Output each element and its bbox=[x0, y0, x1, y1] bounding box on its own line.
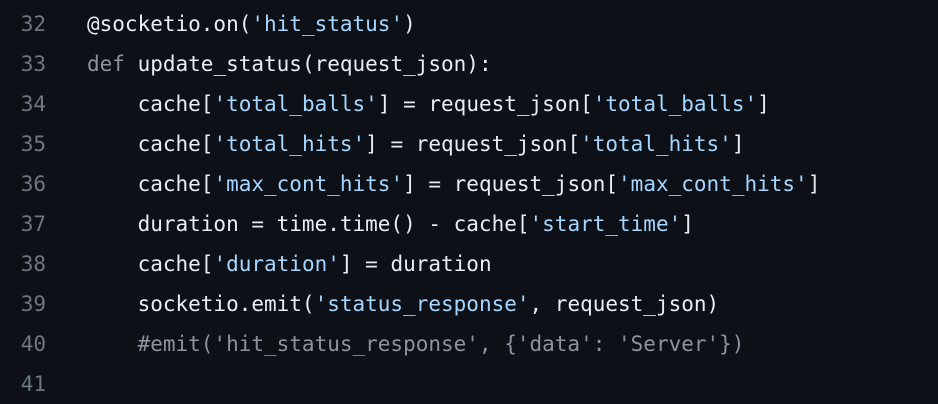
string-literal: 'total_balls' bbox=[592, 92, 758, 116]
line-number[interactable]: 35 bbox=[0, 124, 46, 164]
code-token: ] bbox=[681, 212, 694, 236]
line-number[interactable]: 36 bbox=[0, 164, 46, 204]
string-literal: 'max_cont_hits' bbox=[213, 172, 404, 196]
code-token: ] = request_json[ bbox=[377, 92, 593, 116]
code-token: cache[ bbox=[87, 92, 214, 116]
string-literal: 'total_balls' bbox=[213, 92, 378, 116]
string-literal: 'total_hits' bbox=[580, 132, 732, 156]
string-literal: 'duration' bbox=[213, 252, 340, 276]
keyword-token: def bbox=[87, 52, 125, 76]
code-line-41: 41 bbox=[0, 364, 938, 404]
code-line-34: 34 cache['total_balls'] = request_json['… bbox=[0, 84, 938, 124]
code-text: socketio.emit('status_response', request… bbox=[46, 284, 938, 324]
code-text: @socketio.on('hit_status') bbox=[46, 4, 938, 44]
code-token: ] = duration bbox=[339, 252, 492, 276]
line-number[interactable]: 38 bbox=[0, 244, 46, 284]
code-token: ] bbox=[807, 172, 821, 196]
code-token: duration = time.time() - cache[ bbox=[87, 212, 530, 236]
line-number[interactable]: 37 bbox=[0, 204, 46, 244]
line-number[interactable]: 32 bbox=[0, 4, 46, 44]
code-line-38: 38 cache['duration'] = duration bbox=[0, 244, 938, 284]
line-number[interactable]: 33 bbox=[0, 44, 46, 84]
code-text: cache['max_cont_hits'] = request_json['m… bbox=[46, 164, 938, 204]
code-line-35: 35 cache['total_hits'] = request_json['t… bbox=[0, 124, 938, 164]
code-text: cache['duration'] = duration bbox=[46, 244, 938, 284]
line-number[interactable]: 40 bbox=[0, 324, 46, 364]
code-token: ] = request_json[ bbox=[365, 132, 581, 156]
code-line-32: 32 @socketio.on('hit_status') bbox=[0, 4, 938, 44]
line-number[interactable]: 34 bbox=[0, 84, 46, 124]
comment-token: #emit('hit_status_response', {'data': 'S… bbox=[87, 332, 745, 356]
code-token: socketio.emit( bbox=[87, 292, 315, 316]
code-token: cache[ bbox=[87, 252, 214, 276]
code-token: @socketio.on( bbox=[87, 12, 252, 36]
code-text: cache['total_hits'] = request_json['tota… bbox=[46, 124, 938, 164]
line-number[interactable]: 41 bbox=[0, 364, 46, 404]
code-text: cache['total_balls'] = request_json['tot… bbox=[46, 84, 938, 124]
code-token: , request_json) bbox=[529, 292, 720, 316]
code-line-37: 37 duration = time.time() - cache['start… bbox=[0, 204, 938, 244]
code-line-39: 39 socketio.emit('status_response', requ… bbox=[0, 284, 938, 324]
string-literal: 'start_time' bbox=[529, 212, 682, 236]
code-view: 32 @socketio.on('hit_status') 33 def upd… bbox=[0, 4, 938, 404]
code-token: cache[ bbox=[87, 132, 214, 156]
code-line-33: 33 def update_status(request_json): bbox=[0, 44, 938, 84]
code-token: ) bbox=[403, 12, 416, 36]
code-line-36: 36 cache['max_cont_hits'] = request_json… bbox=[0, 164, 938, 204]
line-number[interactable]: 39 bbox=[0, 284, 46, 324]
code-text: def update_status(request_json): bbox=[46, 44, 938, 84]
code-text: #emit('hit_status_response', {'data': 'S… bbox=[46, 324, 938, 364]
string-literal: 'max_cont_hits' bbox=[618, 172, 808, 196]
code-text: duration = time.time() - cache['start_ti… bbox=[46, 204, 938, 244]
string-literal: 'status_response' bbox=[314, 292, 530, 316]
code-token: ] bbox=[731, 132, 745, 156]
code-token: ] = request_json[ bbox=[403, 172, 619, 196]
code-line-40: 40 #emit('hit_status_response', {'data':… bbox=[0, 324, 938, 364]
string-literal: 'hit_status' bbox=[251, 12, 404, 36]
string-literal: 'total_hits' bbox=[213, 132, 366, 156]
code-token: update_status(request_json): bbox=[124, 52, 492, 76]
code-token: cache[ bbox=[87, 172, 214, 196]
code-token: ] bbox=[757, 92, 770, 116]
